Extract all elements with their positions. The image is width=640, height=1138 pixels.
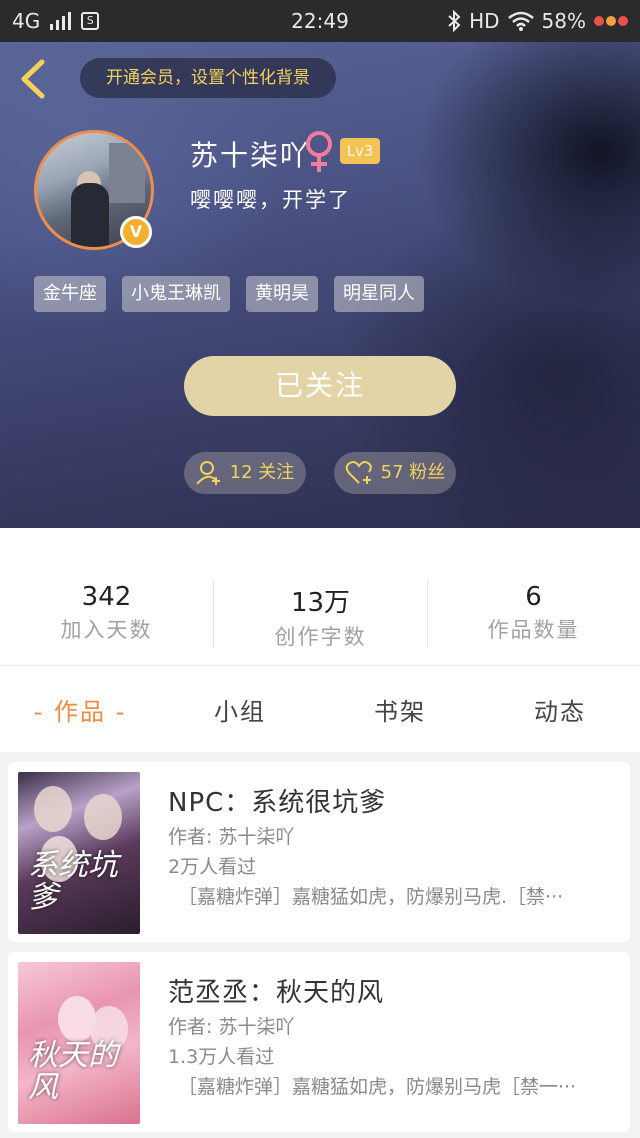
cover-title: 系统坑爹 (28, 848, 118, 915)
profile-header: 开通会员，设置个性化背景 V 苏十柒吖 Lv3 嘤嘤嘤，开学了 金牛座 小鬼王琳… (0, 42, 640, 528)
user-signature: 嘤嘤嘤，开学了 (190, 188, 351, 212)
female-icon (306, 131, 332, 172)
book-cover: 系统坑爹 (18, 772, 140, 934)
stat-value: 342 (81, 582, 132, 612)
book-card[interactable]: 秋天的风 范丞丞：秋天的风 作者: 苏十柒吖 1.3万人看过 ［嘉糖炸弹］嘉糖猛… (8, 952, 630, 1132)
level-badge: Lv3 (340, 138, 380, 164)
battery-label: 58% (541, 9, 586, 33)
book-tags: ［嘉糖炸弹］嘉糖猛如虎，防爆别马虎［禁一··· (178, 1076, 577, 1098)
follow-button[interactable]: 已关注 (184, 356, 456, 416)
hd-label: HD (469, 9, 500, 33)
stat-label: 加入天数 (60, 618, 153, 642)
following-count: 12 关注 (229, 462, 295, 483)
book-card[interactable]: 系统坑爹 NPC：系统很坑爹 作者: 苏十柒吖 2万人看过 ［嘉糖炸弹］嘉糖猛如… (8, 762, 630, 942)
book-title: 范丞丞：秋天的风 (168, 978, 385, 1008)
stat-works-count: 6 作品数量 (427, 582, 640, 644)
tag-list: 金牛座 小鬼王琳凯 黄明昊 明星同人 (34, 276, 424, 312)
tab-activity[interactable]: 动态 (480, 692, 640, 727)
username: 苏十柒吖 (190, 139, 311, 172)
wifi-icon (507, 11, 534, 31)
tab-works[interactable]: - 作品 - (0, 692, 160, 727)
stat-word-count: 13万 创作字数 (214, 582, 427, 651)
stat-label: 作品数量 (487, 618, 580, 642)
book-author: 作者: 苏十柒吖 (168, 826, 295, 848)
book-title: NPC：系统很坑爹 (168, 788, 387, 818)
book-cover: 秋天的风 (18, 962, 140, 1124)
stats-row: 342 加入天数 13万 创作字数 6 作品数量 (0, 528, 640, 666)
profile-tag[interactable]: 黄明昊 (246, 276, 318, 312)
tab-bar: - 作品 - 小组 书架 动态 (0, 666, 640, 752)
stat-value: 6 (525, 582, 542, 612)
profile-tag[interactable]: 金牛座 (34, 276, 106, 312)
book-tags: ［嘉糖炸弹］嘉糖猛如虎，防爆别马虎.［禁··· (178, 886, 564, 908)
app-dots-icon (594, 16, 628, 26)
book-views: 1.3万人看过 (168, 1046, 275, 1068)
book-views: 2万人看过 (168, 856, 257, 878)
status-bar: 4G S 22:49 HD 58% (0, 0, 640, 42)
profile-tag[interactable]: 明星同人 (334, 276, 424, 312)
verified-icon: V (120, 216, 152, 248)
cover-title: 秋天的风 (28, 1038, 118, 1105)
add-user-icon (195, 461, 220, 485)
stat-value: 13万 (290, 588, 351, 618)
tab-bookshelf[interactable]: 书架 (320, 692, 480, 727)
back-arrow-icon[interactable] (14, 56, 54, 102)
fans-button[interactable]: 57 粉丝 (334, 452, 456, 494)
book-author: 作者: 苏十柒吖 (168, 1016, 295, 1038)
fans-count: 57 粉丝 (380, 462, 446, 483)
stat-join-days: 342 加入天数 (0, 582, 213, 644)
heart-plus-icon (345, 461, 372, 484)
profile-tag[interactable]: 小鬼王琳凯 (122, 276, 230, 312)
tab-groups[interactable]: 小组 (160, 692, 320, 727)
following-button[interactable]: 12 关注 (184, 452, 306, 494)
member-banner-button[interactable]: 开通会员，设置个性化背景 (80, 58, 336, 98)
bluetooth-icon (448, 10, 461, 32)
avatar[interactable]: V (34, 130, 154, 250)
stat-label: 创作字数 (274, 625, 367, 649)
